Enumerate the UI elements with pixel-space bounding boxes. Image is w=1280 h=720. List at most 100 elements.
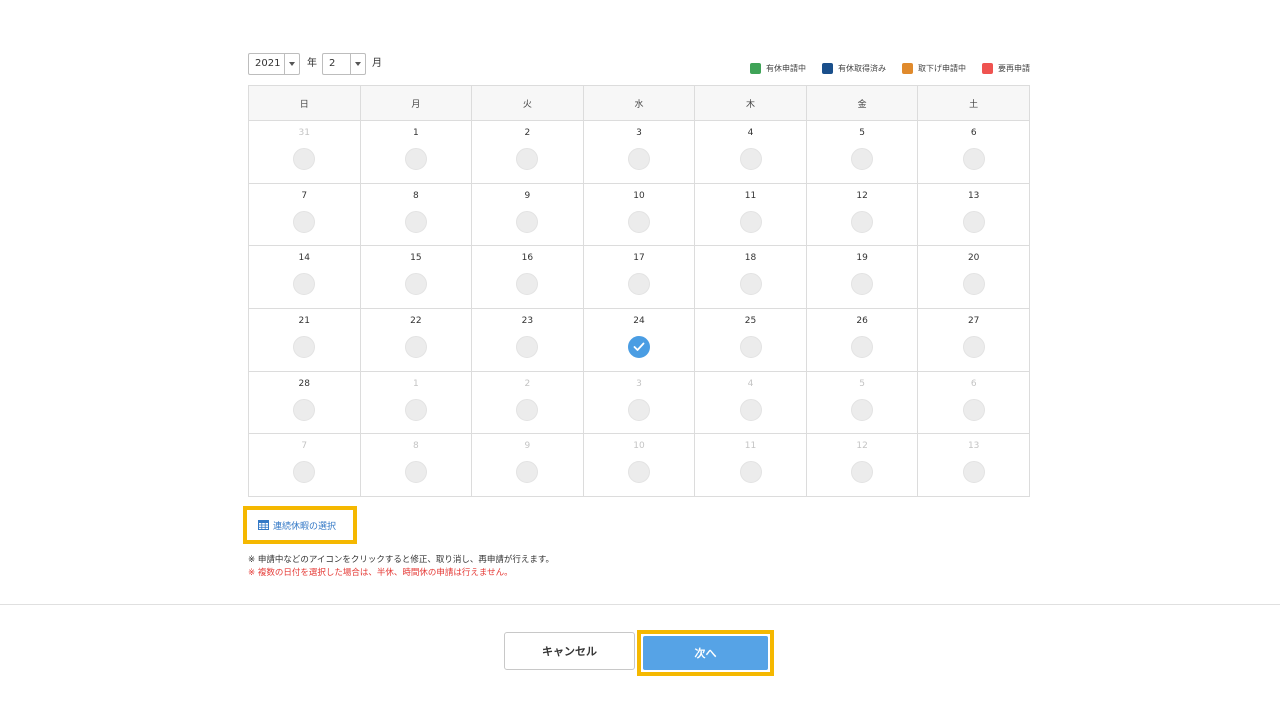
consecutive-leave-link[interactable]: 連続休暇の選択 [243, 506, 357, 544]
day-number: 1 [412, 378, 419, 389]
day-select-toggle[interactable] [293, 210, 316, 233]
day-select-toggle[interactable] [404, 210, 427, 233]
calendar-day-cell[interactable]: 4 [694, 370, 807, 435]
calendar-day-cell[interactable]: 19 [805, 245, 919, 309]
day-select-toggle[interactable] [516, 461, 539, 484]
day-selected-toggle[interactable] [627, 335, 650, 358]
cancel-button[interactable]: キャンセル [504, 632, 635, 670]
day-select-toggle[interactable] [851, 461, 874, 484]
legend-swatch [822, 63, 833, 74]
calendar-day-cell[interactable]: 1 [359, 120, 473, 184]
day-select-toggle[interactable] [516, 398, 539, 421]
calendar-day-cell[interactable]: 8 [359, 182, 473, 247]
month-select[interactable]: 2 [322, 53, 366, 75]
calendar-day-cell[interactable]: 14 [248, 245, 361, 309]
month-dropdown-chevron-down-icon[interactable] [350, 54, 365, 74]
calendar-day-cell[interactable]: 18 [694, 245, 807, 309]
calendar-day-cell[interactable]: 6 [917, 120, 1030, 184]
day-select-toggle[interactable] [739, 148, 762, 170]
calendar-day-cell[interactable]: 5 [805, 120, 919, 184]
calendar-day-cell[interactable]: 20 [917, 245, 1030, 309]
day-number: 28 [298, 378, 310, 389]
calendar-day-cell[interactable]: 13 [917, 182, 1030, 247]
day-select-toggle[interactable] [404, 148, 427, 170]
day-select-toggle[interactable] [851, 398, 874, 421]
calendar-day-cell[interactable]: 10 [582, 433, 696, 497]
calendar-day-cell[interactable]: 7 [248, 182, 361, 247]
day-select-toggle[interactable] [962, 273, 985, 296]
calendar-day-cell[interactable]: 23 [471, 307, 584, 372]
weekday-header: 日 [248, 85, 361, 121]
calendar-day-cell[interactable]: 16 [471, 245, 584, 309]
calendar-day-cell[interactable]: 22 [359, 307, 473, 372]
calendar-day-cell[interactable]: 9 [471, 182, 584, 247]
calendar-day-cell[interactable]: 8 [359, 433, 473, 497]
day-select-toggle[interactable] [293, 273, 316, 296]
calendar-day-cell[interactable]: 31 [248, 120, 361, 184]
day-select-toggle[interactable] [404, 398, 427, 421]
calendar-day-cell[interactable]: 1 [359, 370, 473, 435]
calendar-day-cell[interactable]: 4 [694, 120, 807, 184]
day-select-toggle[interactable] [739, 210, 762, 233]
weekday-header: 月 [359, 85, 473, 121]
day-select-toggle[interactable] [404, 461, 427, 484]
next-button[interactable]: 次へ [643, 636, 768, 670]
day-select-toggle[interactable] [516, 148, 539, 170]
day-select-toggle[interactable] [404, 273, 427, 296]
calendar-day-cell[interactable]: 26 [805, 307, 919, 372]
calendar-day-cell[interactable]: 13 [917, 433, 1030, 497]
year-select[interactable]: 2021 [248, 53, 300, 75]
day-select-toggle[interactable] [962, 335, 985, 358]
day-select-toggle[interactable] [851, 335, 874, 358]
calendar-day-cell[interactable]: 21 [248, 307, 361, 372]
calendar-day-cell[interactable]: 24 [582, 307, 696, 372]
day-select-toggle[interactable] [962, 148, 985, 170]
calendar-day-cell[interactable]: 17 [582, 245, 696, 309]
calendar-day-cell[interactable]: 5 [805, 370, 919, 435]
calendar-day-cell[interactable]: 6 [917, 370, 1030, 435]
day-number: 3 [636, 128, 642, 138]
day-select-toggle[interactable] [962, 398, 985, 421]
day-select-toggle[interactable] [851, 148, 874, 170]
day-select-toggle[interactable] [739, 273, 762, 296]
day-select-toggle[interactable] [293, 461, 316, 484]
day-select-toggle[interactable] [739, 461, 762, 484]
calendar-day-cell[interactable]: 12 [805, 433, 919, 497]
day-select-toggle[interactable] [851, 210, 874, 233]
day-number: 23 [521, 315, 534, 326]
day-select-toggle[interactable] [627, 398, 650, 421]
day-select-toggle[interactable] [627, 273, 650, 296]
day-select-toggle[interactable] [293, 398, 316, 421]
calendar-day-cell[interactable]: 11 [694, 182, 807, 247]
day-select-toggle[interactable] [627, 461, 650, 484]
calendar-day-cell[interactable]: 2 [471, 120, 584, 184]
calendar-grid: 日月火水木金土 31 1 2 3 4 5 6 7 8 9 10 11 12 13 14 15 16 17 18 19 2… [248, 85, 1030, 497]
calendar-day-cell[interactable]: 10 [582, 182, 696, 247]
calendar-day-cell[interactable]: 25 [694, 307, 807, 372]
day-select-toggle[interactable] [627, 148, 650, 170]
day-select-toggle[interactable] [516, 273, 539, 296]
day-number: 11 [744, 441, 757, 452]
calendar-day-cell[interactable]: 9 [471, 433, 584, 497]
year-dropdown-chevron-down-icon[interactable] [284, 54, 299, 74]
calendar-day-cell[interactable]: 7 [248, 433, 361, 497]
calendar-day-cell[interactable]: 12 [805, 182, 919, 247]
calendar-day-cell[interactable]: 15 [359, 245, 473, 309]
day-select-toggle[interactable] [739, 335, 762, 358]
day-select-toggle[interactable] [293, 335, 316, 358]
day-select-toggle[interactable] [404, 335, 427, 358]
day-select-toggle[interactable] [627, 210, 650, 233]
day-select-toggle[interactable] [516, 210, 539, 233]
day-select-toggle[interactable] [739, 398, 762, 421]
day-select-toggle[interactable] [962, 210, 985, 233]
calendar-day-cell[interactable]: 28 [248, 370, 361, 435]
day-select-toggle[interactable] [516, 335, 539, 358]
calendar-day-cell[interactable]: 11 [694, 433, 807, 497]
calendar-day-cell[interactable]: 27 [917, 307, 1030, 372]
calendar-day-cell[interactable]: 3 [582, 370, 696, 435]
calendar-day-cell[interactable]: 2 [471, 370, 584, 435]
day-select-toggle[interactable] [962, 461, 985, 484]
day-select-toggle[interactable] [851, 273, 874, 296]
day-select-toggle[interactable] [293, 148, 316, 170]
calendar-day-cell[interactable]: 3 [582, 120, 696, 184]
